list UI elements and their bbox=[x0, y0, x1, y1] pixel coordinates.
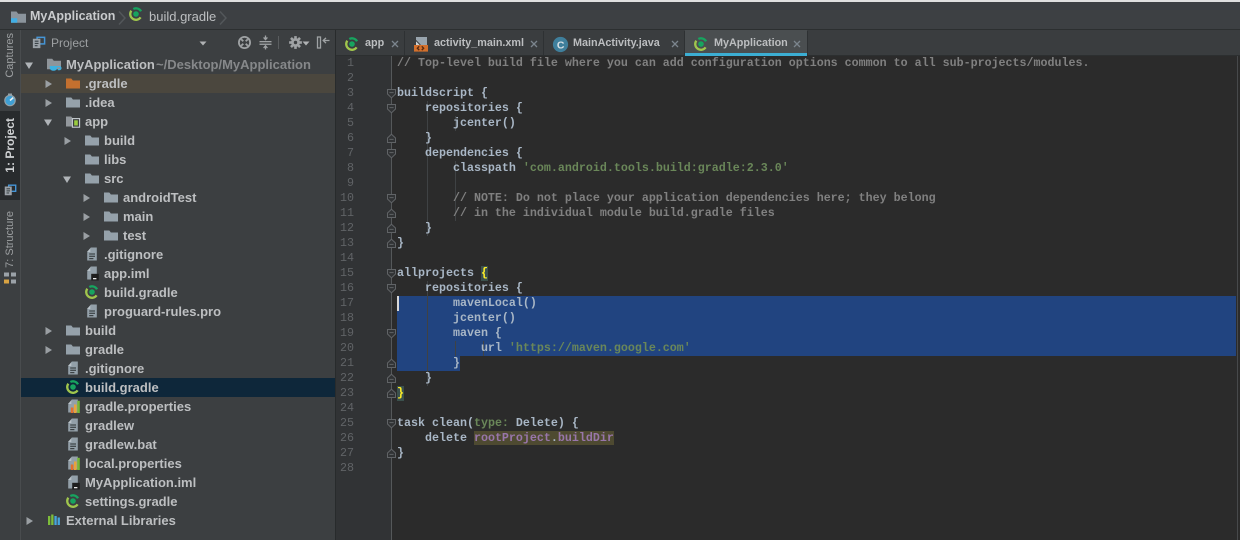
svg-text:C: C bbox=[557, 40, 565, 52]
